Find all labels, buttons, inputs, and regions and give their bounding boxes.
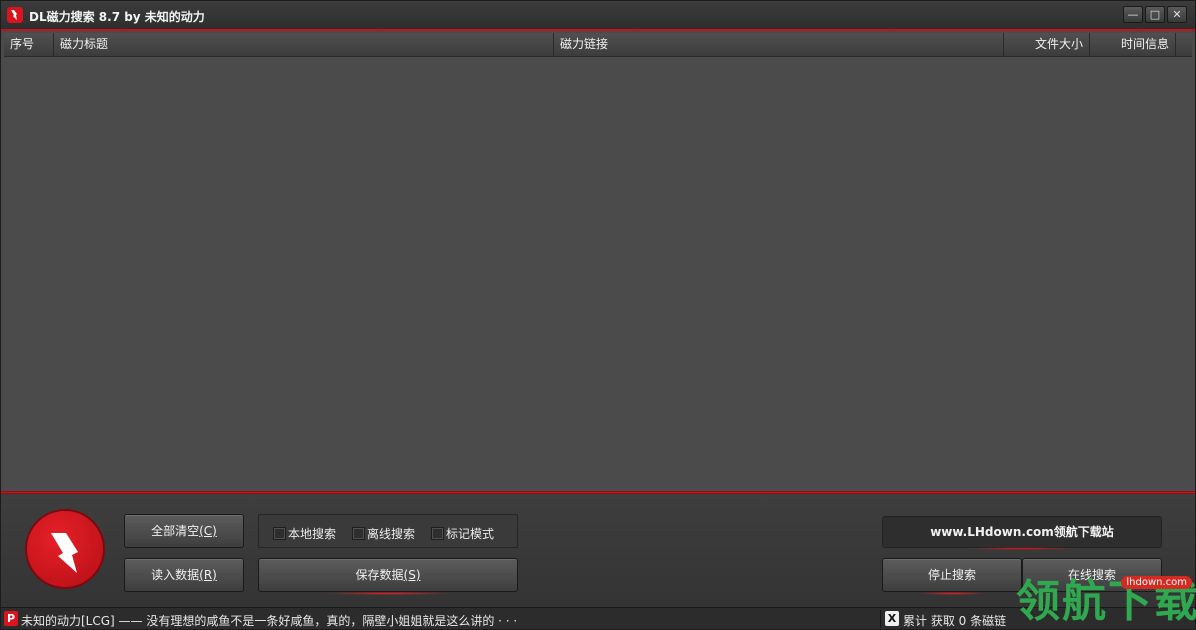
offline-search-label: 离线搜索 bbox=[367, 526, 416, 541]
status-divider bbox=[880, 610, 881, 628]
local-search-label: 本地搜索 bbox=[288, 526, 337, 541]
search-options-group: 本地搜索 离线搜索 标记模式 bbox=[258, 514, 518, 548]
clear-all-label: 全部清空 bbox=[151, 524, 200, 538]
local-search-checkbox-box[interactable] bbox=[273, 526, 286, 540]
window-controls: — □ ✕ bbox=[1123, 6, 1187, 24]
load-data-button[interactable]: 读入数据(R) bbox=[124, 558, 244, 592]
minimize-icon[interactable]: — bbox=[1123, 6, 1143, 23]
load-data-label: 读入数据 bbox=[151, 568, 200, 582]
column-header-time[interactable]: 时间信息 bbox=[1090, 33, 1176, 57]
result-list-header: 序号 磁力标题 磁力链接 文件大小 时间信息 bbox=[4, 33, 1192, 57]
clear-all-shortcut: (C) bbox=[199, 524, 217, 538]
mark-mode-checkbox-box[interactable] bbox=[431, 526, 444, 540]
site-badge: www.LHdown.com领航下载站 bbox=[882, 516, 1162, 550]
offline-search-checkbox[interactable]: 离线搜索 bbox=[352, 526, 416, 541]
save-data-label: 保存数据 bbox=[355, 568, 404, 582]
mark-mode-checkbox[interactable]: 标记模式 bbox=[431, 526, 495, 541]
result-list[interactable] bbox=[4, 57, 1192, 491]
title-bar[interactable]: DL磁力搜索 8.7 by 未知的动力 — □ ✕ bbox=[1, 1, 1195, 31]
status-message: 未知的动力[LCG] —— 没有理想的咸鱼不是一条好咸鱼，真的，隔壁小姐姐就是这… bbox=[21, 614, 518, 628]
close-icon[interactable]: ✕ bbox=[1167, 6, 1187, 23]
clear-all-button[interactable]: 全部清空(C) bbox=[124, 514, 244, 548]
save-data-button[interactable]: 保存数据(S) bbox=[258, 558, 518, 595]
column-header-title[interactable]: 磁力标题 bbox=[54, 33, 554, 57]
save-data-shortcut: (S) bbox=[403, 568, 421, 582]
author-badge-icon: P bbox=[4, 611, 18, 626]
app-logo-icon bbox=[7, 7, 23, 23]
load-data-shortcut: (R) bbox=[199, 568, 217, 582]
column-header-index[interactable]: 序号 bbox=[4, 33, 54, 57]
window-title: DL磁力搜索 8.7 by 未知的动力 bbox=[29, 10, 205, 24]
magnet-count-text: 累计 获取 0 条磁链 bbox=[903, 614, 1007, 628]
local-search-checkbox[interactable]: 本地搜索 bbox=[273, 526, 337, 541]
column-header-link[interactable]: 磁力链接 bbox=[554, 33, 1004, 57]
column-header-size[interactable]: 文件大小 bbox=[1004, 33, 1090, 57]
counter-x-icon: X bbox=[885, 611, 899, 626]
maximize-icon[interactable]: □ bbox=[1145, 6, 1165, 23]
watermark-url: lhdown.com bbox=[1121, 576, 1192, 589]
brand-logo-icon bbox=[25, 509, 105, 589]
offline-search-checkbox-box[interactable] bbox=[352, 526, 365, 540]
watermark: 领航下载 lhdown.com bbox=[1016, 575, 1196, 630]
app-window: DL磁力搜索 8.7 by 未知的动力 — □ ✕ 序号 磁力标题 磁力链接 文… bbox=[0, 0, 1196, 630]
stop-search-button[interactable]: 停止搜索 bbox=[882, 558, 1022, 595]
mark-mode-label: 标记模式 bbox=[446, 526, 495, 541]
